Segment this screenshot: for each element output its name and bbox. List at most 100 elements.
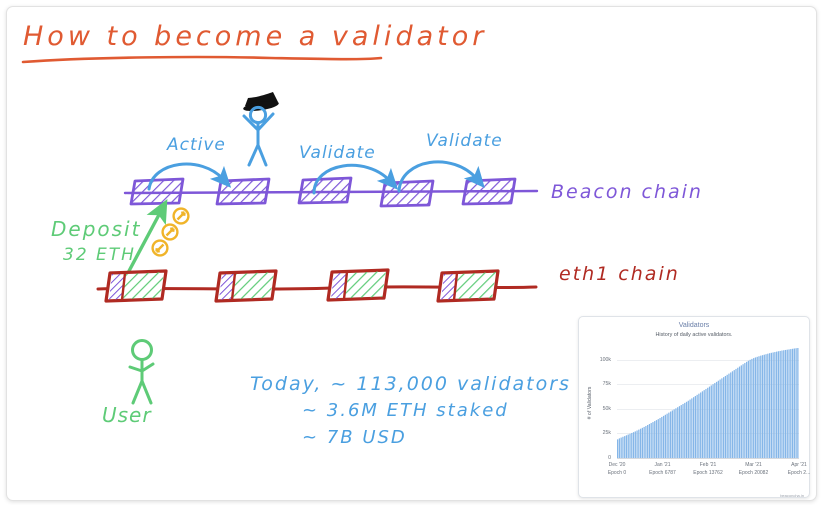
chart-bar: [675, 408, 677, 458]
chart-bar: [670, 411, 672, 458]
chart-x-tick-date: Feb '21: [699, 462, 717, 468]
chart-bar: [777, 351, 780, 458]
chart-bar: [753, 358, 755, 458]
chart-bars: [617, 348, 799, 459]
chart-x-tick: Jan '21 Epoch 6787: [640, 462, 686, 477]
chart-bar: [687, 400, 689, 458]
chart-x-tick: Feb '21 Epoch 13762: [685, 462, 731, 477]
chart-watermark: beaconcha.in: [780, 493, 804, 498]
chart-bar: [634, 431, 636, 458]
chart-bar: [723, 377, 725, 458]
label-active: Active: [167, 135, 226, 155]
chart-bar: [703, 390, 705, 458]
chart-bar: [793, 348, 795, 458]
chart-bar: [742, 364, 744, 458]
chart-bar: [701, 391, 704, 458]
chart-bar: [659, 418, 661, 458]
chart-bar: [721, 378, 723, 458]
chart-bar: [639, 428, 642, 458]
chart-y-tick: 0: [608, 455, 611, 461]
chart-plot-area: # of Validators 0 25k 50k 75k 100k Dec '20 Ep…: [579, 344, 811, 498]
chart-axis-baseline: [617, 458, 799, 459]
chart-bar: [708, 386, 711, 458]
chart-bar: [624, 436, 626, 458]
chart-bar: [677, 407, 679, 458]
chart-bar: [668, 412, 670, 459]
chart-y-tick: 25k: [602, 430, 611, 437]
chart-bar: [735, 368, 737, 458]
chart-bar: [618, 438, 621, 458]
deposit-coins: [151, 207, 190, 257]
chart-bar: [772, 352, 774, 458]
chart-bar: [770, 352, 772, 458]
chart-bar: [636, 430, 638, 458]
chart-bar: [652, 422, 654, 458]
chart-bar: [682, 403, 684, 458]
chart-bar: [754, 357, 757, 458]
chart-bar: [698, 393, 700, 458]
chart-bar: [631, 432, 633, 458]
chart-bar: [662, 415, 665, 458]
chart-bar: [657, 419, 659, 458]
chart-y-tick: 50k: [602, 405, 611, 412]
chart-bar: [730, 372, 732, 458]
chart-bar: [745, 361, 748, 458]
chart-bar: [797, 348, 799, 458]
chart-bar: [647, 425, 649, 458]
chart-bar: [740, 365, 742, 458]
eth1-chain-blocks: [96, 268, 538, 303]
chart-bar: [767, 353, 769, 458]
chart-bar: [654, 421, 656, 458]
chart-bar: [680, 405, 682, 458]
chart-bar: [678, 406, 681, 458]
chart-bar: [629, 433, 631, 458]
chart-bar: [627, 434, 629, 458]
stats-line-2: ~ 3.6M ETH staked: [302, 400, 509, 421]
deposit-label: Deposit: [51, 217, 142, 241]
chart-bar: [712, 384, 714, 458]
chart-bar: [765, 354, 767, 458]
chart-bar: [726, 374, 728, 458]
chart-bar: [671, 410, 674, 458]
chart-bar: [707, 387, 709, 458]
chart-bar: [758, 356, 760, 458]
chart-bar: [784, 349, 787, 458]
stats-line-1: Today, ~ 113,000 validators !: [250, 373, 589, 395]
chart-bar: [696, 394, 698, 458]
chart-x-tick: Apr '21 Epoch 2...: [776, 462, 816, 477]
whiteboard-canvas: How to become a validator Active Validat…: [6, 6, 817, 501]
validators-chart-card: Validators History of daily active valid…: [578, 316, 810, 498]
user-label: User: [102, 403, 152, 427]
chart-bar: [700, 392, 702, 458]
chart-bar: [714, 383, 716, 458]
chart-bar: [790, 349, 792, 458]
chart-bar: [724, 375, 727, 458]
chart-bar: [768, 353, 771, 458]
user-stick-figure-icon: [128, 339, 155, 405]
page-title: How to become a validator: [23, 21, 488, 52]
chart-bar: [763, 354, 765, 458]
chart-bar: [749, 359, 751, 458]
chart-x-tick-epoch: Epoch 20082: [738, 469, 769, 476]
chart-bar: [685, 401, 688, 458]
chart-x-tick-epoch: Epoch 13762: [693, 469, 723, 476]
chart-bar: [791, 348, 794, 458]
beacon-chain-label: Beacon chain: [551, 181, 703, 203]
chart-bar: [692, 397, 695, 458]
title-underline: [21, 55, 383, 64]
chart-bar: [717, 380, 719, 458]
chart-bar: [781, 350, 783, 458]
chart-bar: [673, 409, 675, 458]
chart-bar: [761, 355, 764, 458]
chart-bar: [756, 356, 758, 458]
label-validate-2: Validate: [426, 131, 503, 151]
chart-x-tick-epoch: Epoch 0: [607, 469, 627, 476]
chart-y-tick: 100k: [599, 356, 611, 363]
chart-bar: [728, 373, 730, 458]
chart-bar: [719, 379, 721, 458]
chart-bar: [710, 385, 712, 458]
chart-bar: [760, 355, 762, 458]
chart-title: Validators: [678, 322, 710, 329]
chart-bar: [648, 424, 651, 458]
chart-bar: [788, 349, 790, 459]
